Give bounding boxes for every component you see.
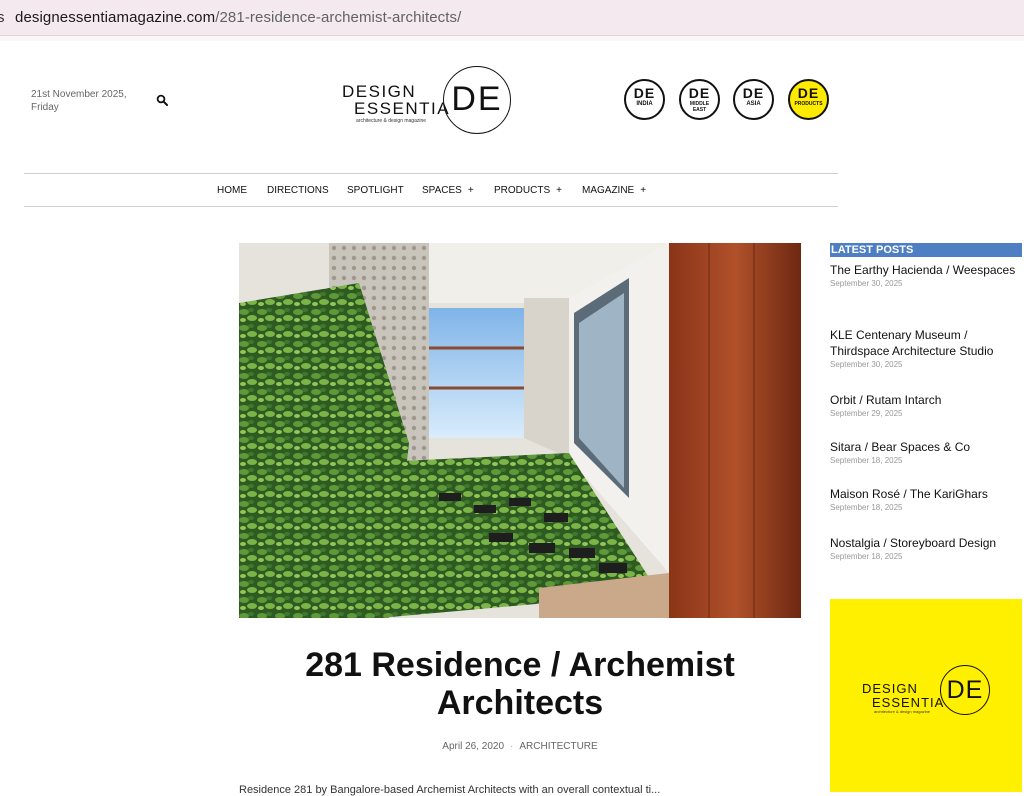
edition-label: INDIA: [636, 101, 653, 107]
nav-label: MAGAZINE: [582, 185, 635, 196]
sidebar-post[interactable]: Orbit / Rutam Intarch September 29, 2025: [830, 392, 1022, 418]
article-hero-image[interactable]: [239, 243, 801, 618]
logo-tagline: architecture & design magazine: [356, 118, 427, 124]
sidebar-post[interactable]: Maison Rosé / The KariGhars September 18…: [830, 486, 1022, 512]
article-title: 281 Residence / Archemist Architects: [305, 646, 735, 722]
post-title[interactable]: Maison Rosé / The KariGhars: [830, 486, 1022, 502]
search-icon[interactable]: [156, 94, 168, 106]
ad-logo-word-design: DESIGN: [862, 681, 918, 696]
nav-label: PRODUCTS: [494, 185, 551, 196]
date-line-1: 21st November 2025,: [31, 89, 127, 100]
nav-label: SPOTLIGHT: [347, 185, 404, 196]
edition-mark: DE: [742, 85, 765, 101]
article-body-start: Residence 281 by Bangalore-based Archemi…: [239, 784, 661, 796]
edition-india-link[interactable]: DE INDIA: [624, 79, 665, 120]
nav-label: HOME: [217, 185, 247, 196]
date-line-2: Friday: [31, 102, 59, 113]
edition-middle-east-link[interactable]: DE MIDDLE EAST: [679, 79, 720, 120]
edition-label: PRODUCTS: [794, 101, 823, 107]
url-domain: designessentiamagazine.com: [15, 9, 216, 26]
logo-de-text: DE: [451, 80, 503, 118]
sidebar-post[interactable]: KLE Centenary Museum / Thirdspace Archit…: [830, 327, 1022, 369]
main-nav: HOME DIRECTIONS SPOTLIGHT SPACES + PRODUC…: [24, 173, 838, 207]
post-date: September 18, 2025: [830, 456, 903, 465]
post-date: September 18, 2025: [830, 503, 903, 512]
post-title[interactable]: Orbit / Rutam Intarch: [830, 392, 1022, 408]
edition-asia-link[interactable]: DE ASIA: [733, 79, 774, 120]
nav-products[interactable]: PRODUCTS +: [494, 185, 562, 196]
edition-mark: DE: [633, 85, 656, 101]
url-bar-divider: [0, 36, 1024, 41]
ad-de-text: DE: [946, 676, 984, 704]
article-meta: April 26, 2020 · ARCHITECTURE: [239, 741, 801, 752]
browser-url-bar[interactable]: s designessentiamagazine.com/281-residen…: [0, 0, 1024, 36]
logo-word-essentia: ESSENTIA: [354, 99, 451, 118]
url-text[interactable]: designessentiamagazine.com/281-residence…: [15, 9, 461, 26]
article-category-link[interactable]: ARCHITECTURE: [519, 741, 597, 752]
edition-products-link[interactable]: DE PRODUCTS: [788, 79, 829, 120]
site-logo[interactable]: DESIGN ESSENTIA architecture & design ma…: [340, 66, 512, 134]
nav-home[interactable]: HOME: [217, 185, 247, 196]
nav-spotlight[interactable]: SPOTLIGHT: [347, 185, 404, 196]
article-date: April 26, 2020: [442, 741, 505, 752]
nav-label: DIRECTIONS: [267, 185, 329, 196]
edition-label: MIDDLE EAST: [689, 101, 710, 113]
post-title[interactable]: KLE Centenary Museum / Thirdspace Archit…: [830, 327, 1022, 359]
meta-separator: ·: [510, 741, 514, 752]
ad-logo-word-essentia: ESSENTIA: [872, 695, 945, 710]
post-title[interactable]: Nostalgia / Storeyboard Design: [830, 535, 1022, 551]
post-date: September 30, 2025: [830, 279, 903, 288]
post-date: September 30, 2025: [830, 360, 903, 369]
sidebar-post[interactable]: The Earthy Hacienda / Weespaces Septembe…: [830, 262, 1022, 288]
nav-spaces[interactable]: SPACES +: [422, 185, 474, 196]
url-lead-glyph: s: [0, 9, 5, 26]
header-date: 21st November 2025, Friday: [31, 88, 131, 114]
sidebar-ad-banner[interactable]: DESIGN ESSENTIA architecture & design ma…: [830, 599, 1022, 792]
nav-label: SPACES: [422, 185, 462, 196]
nav-magazine[interactable]: MAGAZINE +: [582, 185, 646, 196]
logo-de-mark: DE: [443, 66, 511, 134]
ad-logo-tagline: architecture & design magazine: [874, 709, 931, 714]
expand-icon[interactable]: +: [640, 185, 646, 196]
post-title[interactable]: Sitara / Bear Spaces & Co: [830, 439, 1022, 455]
expand-icon[interactable]: +: [556, 185, 562, 196]
sidebar-post[interactable]: Nostalgia / Storeyboard Design September…: [830, 535, 1022, 561]
edition-mark: DE: [797, 85, 820, 101]
post-title[interactable]: The Earthy Hacienda / Weespaces: [830, 262, 1022, 278]
url-path: /281-residence-archemist-architects/: [215, 9, 462, 26]
latest-posts-heading: LATEST POSTS: [830, 243, 1022, 257]
post-date: September 18, 2025: [830, 552, 903, 561]
expand-icon[interactable]: +: [468, 185, 474, 196]
edition-mark: DE: [688, 85, 711, 101]
edition-label: ASIA: [746, 101, 761, 107]
post-date: September 29, 2025: [830, 409, 903, 418]
ad-de-mark: DE: [940, 665, 990, 715]
sidebar-post[interactable]: Sitara / Bear Spaces & Co September 18, …: [830, 439, 1022, 465]
nav-directions[interactable]: DIRECTIONS: [267, 185, 329, 196]
